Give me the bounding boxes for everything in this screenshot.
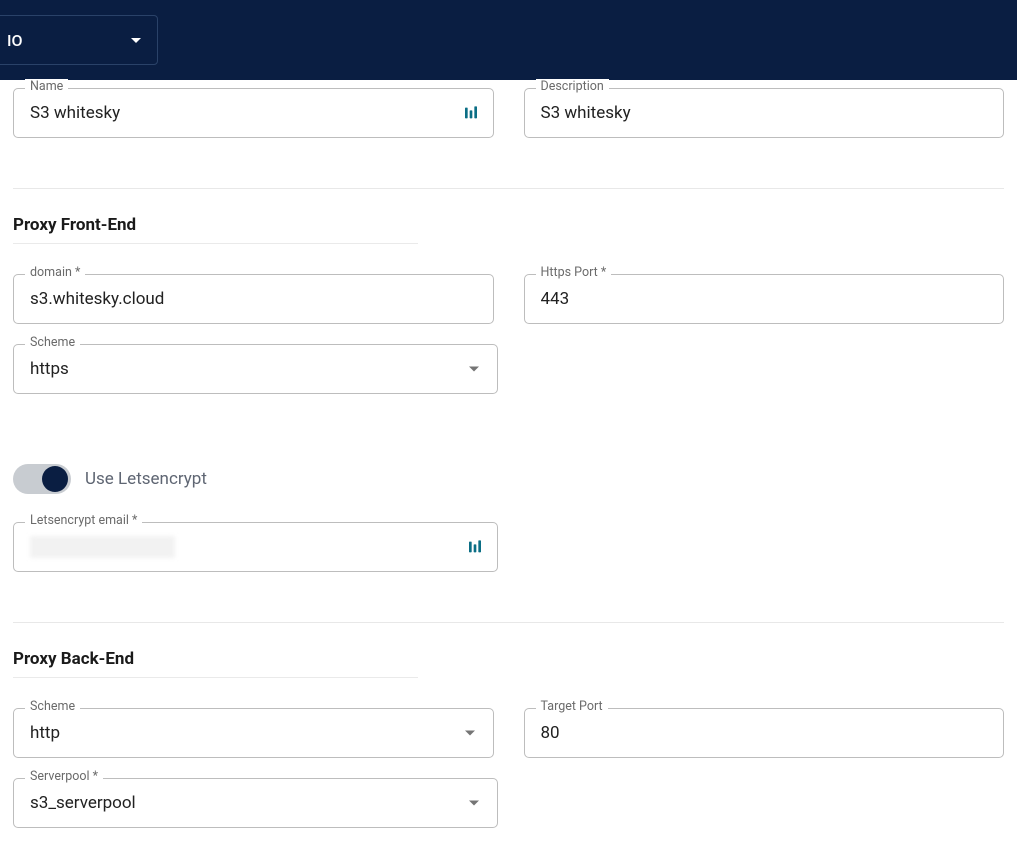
password-manager-icon[interactable] [467, 539, 483, 555]
serverpool-wrapper: Serverpool * s3_serverpool [13, 778, 498, 828]
frontend-scheme-value: https [30, 359, 69, 379]
letsencrypt-toggle-label: Use Letsencrypt [85, 469, 207, 489]
serverpool-value: s3_serverpool [30, 793, 136, 813]
divider [13, 188, 1004, 189]
letsencrypt-email-field[interactable] [13, 522, 498, 572]
description-field-wrapper: Description [524, 88, 1005, 138]
letsencrypt-toggle[interactable] [13, 464, 71, 494]
section-underline [13, 677, 418, 678]
divider [13, 622, 1004, 623]
backend-scheme-wrapper: Scheme http [13, 708, 494, 758]
target-port-field[interactable] [524, 708, 1005, 758]
description-input[interactable] [541, 103, 988, 123]
row-letsencrypt-email: Letsencrypt email * [13, 502, 1004, 572]
chevron-down-icon [469, 801, 479, 806]
name-field[interactable] [13, 88, 494, 138]
name-input[interactable] [30, 103, 445, 123]
name-label: Name [25, 79, 68, 94]
name-field-wrapper: Name [13, 88, 494, 138]
https-port-input[interactable] [541, 289, 988, 309]
toggle-knob [42, 466, 68, 492]
letsencrypt-email-wrapper: Letsencrypt email * [13, 522, 498, 572]
topbar-dropdown-label: IO [0, 31, 23, 50]
row-backend-scheme-port: Scheme http Target Port [13, 688, 1004, 758]
serverpool-label: Serverpool * [25, 769, 103, 784]
backend-title: Proxy Back-End [13, 649, 1004, 669]
backend-scheme-label: Scheme [25, 699, 80, 714]
target-port-wrapper: Target Port [524, 708, 1005, 758]
backend-scheme-value: http [30, 723, 60, 743]
letsencrypt-email-label: Letsencrypt email * [25, 513, 142, 528]
letsencrypt-toggle-row: Use Letsencrypt [13, 464, 1004, 494]
domain-field-wrapper: domain * [13, 274, 494, 324]
section-underline [13, 243, 418, 244]
chevron-down-icon [131, 38, 141, 43]
backend-scheme-select[interactable]: http [13, 708, 494, 758]
domain-field[interactable] [13, 274, 494, 324]
description-label: Description [536, 79, 609, 94]
domain-input[interactable] [30, 289, 477, 309]
frontend-title: Proxy Front-End [13, 215, 1004, 235]
password-manager-icon[interactable] [463, 105, 479, 121]
serverpool-select[interactable]: s3_serverpool [13, 778, 498, 828]
row-serverpool: Serverpool * s3_serverpool [13, 758, 1004, 828]
description-field[interactable] [524, 88, 1005, 138]
chevron-down-icon [465, 731, 475, 736]
form-content: Name Description Proxy Front-End domain … [0, 68, 1017, 848]
row-name-description: Name Description [13, 68, 1004, 138]
frontend-scheme-wrapper: Scheme https [13, 344, 498, 394]
redacted-email [30, 536, 175, 558]
domain-label: domain * [25, 265, 85, 280]
https-port-field[interactable] [524, 274, 1005, 324]
frontend-scheme-label: Scheme [25, 335, 80, 350]
row-frontend-scheme: Scheme https [13, 324, 1004, 394]
row-domain-port: domain * Https Port * [13, 254, 1004, 324]
https-port-label: Https Port * [536, 265, 612, 280]
https-port-field-wrapper: Https Port * [524, 274, 1005, 324]
frontend-scheme-select[interactable]: https [13, 344, 498, 394]
topbar-dropdown[interactable]: IO [0, 15, 158, 65]
target-port-input[interactable] [541, 723, 988, 743]
target-port-label: Target Port [536, 699, 608, 714]
chevron-down-icon [469, 367, 479, 372]
